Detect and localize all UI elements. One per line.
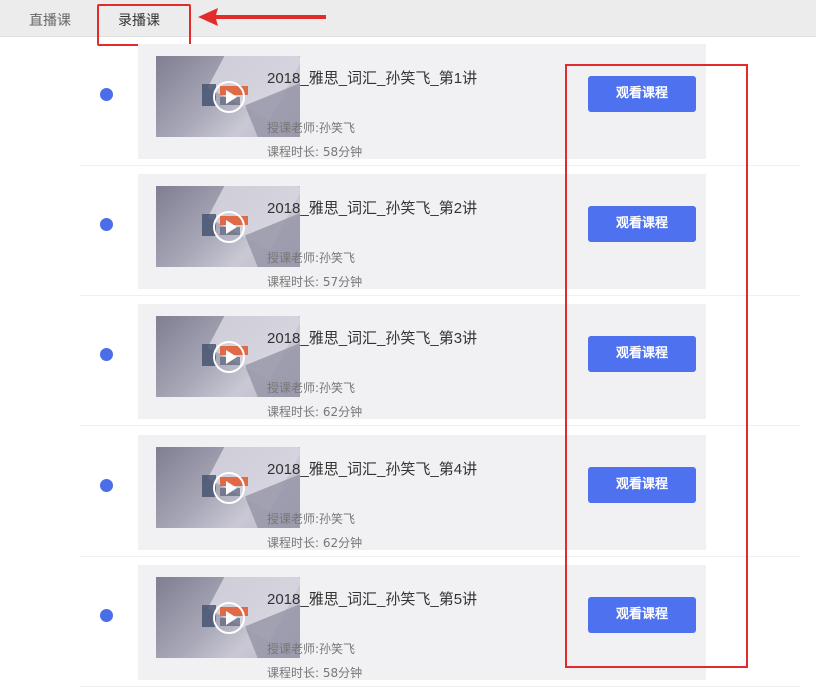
course-duration: 课程时长: 58分钟 bbox=[267, 666, 363, 680]
course-teacher: 授课老师:孙笑飞 bbox=[267, 642, 356, 656]
dot-icon bbox=[100, 218, 113, 231]
course-teacher: 授课老师:孙笑飞 bbox=[267, 381, 356, 395]
dot-icon bbox=[100, 609, 113, 622]
play-circle-icon[interactable] bbox=[213, 472, 245, 504]
course-teacher: 授课老师:孙笑飞 bbox=[267, 251, 356, 265]
annotation-buttons-highlight bbox=[565, 64, 748, 668]
dot-icon bbox=[100, 88, 113, 101]
course-duration: 课程时长: 62分钟 bbox=[267, 536, 363, 550]
course-title: 2018_雅思_词汇_孙笑飞_第5讲 bbox=[267, 591, 478, 608]
course-title: 2018_雅思_词汇_孙笑飞_第3讲 bbox=[267, 330, 478, 347]
play-circle-icon[interactable] bbox=[213, 341, 245, 373]
course-title: 2018_雅思_词汇_孙笑飞_第2讲 bbox=[267, 200, 478, 217]
course-title: 2018_雅思_词汇_孙笑飞_第1讲 bbox=[267, 70, 478, 87]
play-circle-icon[interactable] bbox=[213, 602, 245, 634]
play-circle-icon[interactable] bbox=[213, 81, 245, 113]
play-circle-icon[interactable] bbox=[213, 211, 245, 243]
tab-live[interactable]: 直播课 bbox=[29, 10, 71, 30]
course-teacher: 授课老师:孙笑飞 bbox=[267, 121, 356, 135]
dot-icon bbox=[100, 348, 113, 361]
course-duration: 课程时长: 57分钟 bbox=[267, 275, 363, 289]
course-duration: 课程时长: 62分钟 bbox=[267, 405, 363, 419]
course-duration: 课程时长: 58分钟 bbox=[267, 145, 363, 159]
course-title: 2018_雅思_词汇_孙笑飞_第4讲 bbox=[267, 461, 478, 478]
dot-icon bbox=[100, 479, 113, 492]
arrow-left-icon bbox=[198, 8, 326, 26]
course-teacher: 授课老师:孙笑飞 bbox=[267, 512, 356, 526]
